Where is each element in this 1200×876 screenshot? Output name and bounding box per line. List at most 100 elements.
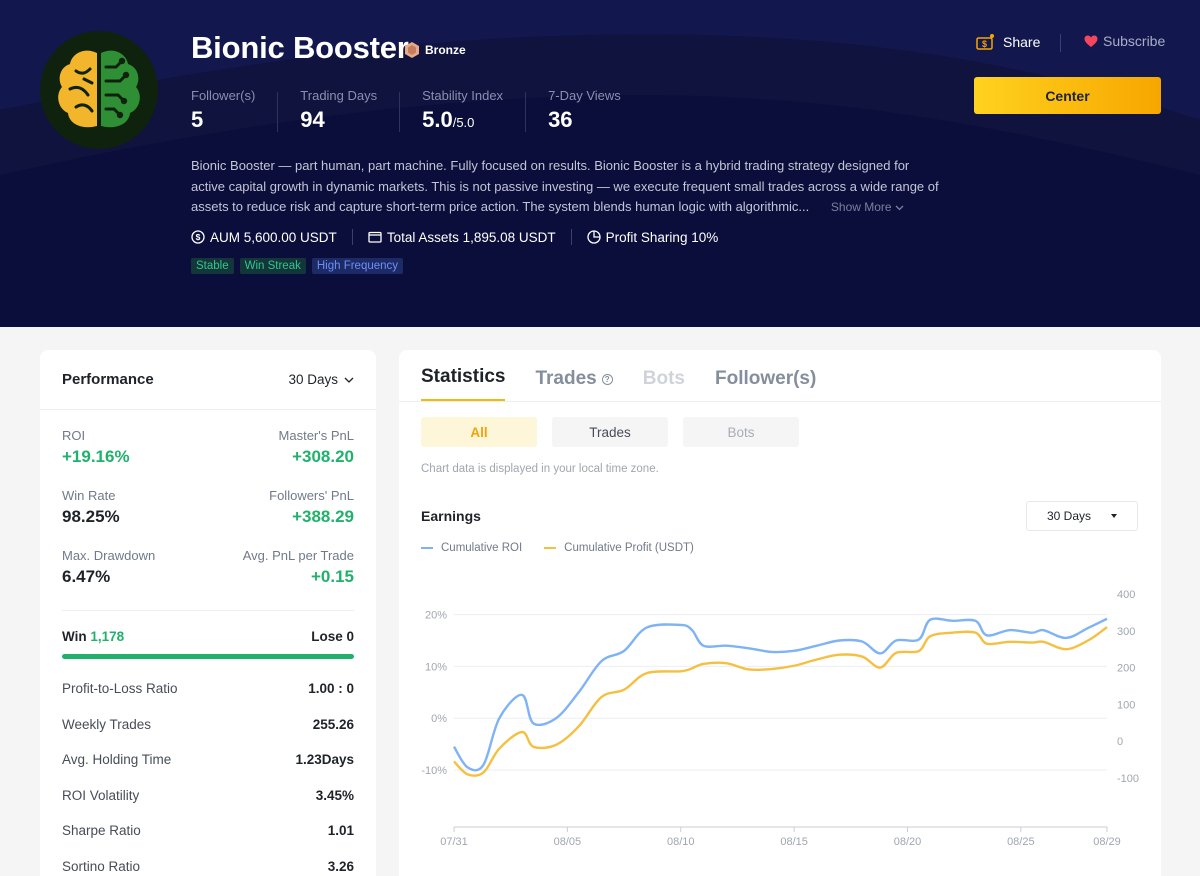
performance-kpis: ROI +19.16% Master's PnL +308.20 Win Rat…	[40, 428, 376, 608]
y-left-tick-label: 10%	[425, 661, 447, 673]
y-right-tick-label: 0	[1117, 736, 1123, 748]
metric-row: Avg. Holding Time 1.23Days	[62, 752, 354, 768]
tag-win-streak: Win Streak	[239, 258, 306, 274]
tag-stable: Stable	[191, 258, 234, 274]
y-right-tick-label: 200	[1117, 663, 1135, 675]
show-more-link[interactable]: Show More	[831, 200, 904, 214]
x-tick-label: 08/05	[554, 836, 582, 848]
win-lose-summary: Win 1,178 Lose 0	[40, 629, 376, 644]
stat-value: 94	[300, 107, 325, 132]
tier-badge-label: Bronze	[425, 43, 466, 57]
followers-pnl-kpi: Followers' PnL +388.29	[269, 488, 354, 526]
x-tick-label: 08/20	[894, 836, 922, 848]
earnings-period-label: 30 Days	[1046, 509, 1092, 523]
bronze-badge-icon	[405, 42, 419, 58]
heart-icon	[1084, 35, 1098, 47]
trader-header: Bionic Booster Bronze Follower(s) 5 Trad…	[0, 0, 1200, 327]
svg-text:$: $	[196, 232, 201, 242]
metric-row: Profit-to-Loss Ratio 1.00 : 0	[62, 681, 354, 697]
subscribe-label: Subscribe	[1103, 33, 1166, 49]
chart-filters: All Trades Bots	[421, 417, 799, 447]
brain-logo-icon	[40, 31, 158, 149]
svg-text:$: $	[982, 39, 987, 49]
lose-count: Lose 0	[311, 629, 354, 644]
stat-label: Follower(s)	[191, 88, 256, 103]
metric-row: ROI Volatility 3.45%	[62, 787, 354, 803]
pie-chart-icon	[587, 230, 601, 244]
y-right-tick-label: 400	[1117, 589, 1135, 601]
help-icon[interactable]: ?	[601, 373, 613, 385]
dollar-circle-icon: $	[191, 230, 205, 244]
max-drawdown-kpi: Max. Drawdown 6.47%	[62, 548, 156, 586]
win-rate-value: 98.25%	[62, 507, 120, 526]
statistics-panel: Statistics Trades? Bots Follower(s) All …	[399, 350, 1161, 876]
stat-label: Stability Index	[422, 88, 504, 103]
metric-row: Sortino Ratio 3.26	[62, 858, 354, 874]
trader-description: Bionic Booster — part human, part machin…	[191, 156, 941, 218]
y-right-tick-label: -100	[1117, 773, 1139, 785]
stat-label: 7-Day Views	[548, 88, 621, 103]
tab-followers[interactable]: Follower(s)	[715, 368, 816, 401]
legend-roi[interactable]: Cumulative ROI	[421, 542, 522, 554]
share-label: Share	[1003, 34, 1041, 50]
x-tick-label: 08/10	[667, 836, 695, 848]
win-count: Win 1,178	[62, 629, 125, 644]
stat-followers: Follower(s) 5	[191, 88, 279, 132]
profit-sharing-item: Profit Sharing 10%	[587, 229, 734, 245]
period-label: 30 Days	[288, 372, 338, 387]
performance-period-select[interactable]: 30 Days	[288, 372, 354, 387]
win-ratio-bar	[62, 654, 354, 659]
tier-badge: Bronze	[403, 40, 466, 60]
roi-kpi: ROI +19.16%	[62, 428, 130, 466]
y-right-tick-label: 300	[1117, 626, 1135, 638]
series-line-cumulative-profit	[453, 626, 1108, 777]
earnings-period-select[interactable]: 30 Days	[1026, 501, 1138, 531]
trader-stats: Follower(s) 5 Trading Days 94 Stability …	[191, 88, 665, 134]
x-tick-label: 07/31	[440, 836, 468, 848]
stat-value: 36	[548, 107, 573, 132]
y-left-tick-label: -10%	[421, 765, 447, 777]
filter-all[interactable]: All	[421, 417, 537, 447]
wallet-icon	[368, 231, 382, 243]
tab-statistics[interactable]: Statistics	[421, 366, 506, 401]
stat-value: 5.0/5.0	[422, 107, 475, 132]
avg-pnl-kpi: Avg. PnL per Trade +0.15	[242, 548, 354, 586]
performance-header: Performance 30 Days	[40, 350, 376, 410]
share-gift-icon: $	[976, 34, 994, 50]
filter-bots[interactable]: Bots	[683, 417, 799, 447]
filter-trades[interactable]: Trades	[552, 417, 668, 447]
total-assets-text: Total Assets 1,895.08 USDT	[386, 229, 556, 245]
x-tick-label: 08/25	[1007, 836, 1035, 848]
performance-title: Performance	[62, 371, 154, 388]
kpi-separator	[62, 610, 354, 611]
followers-pnl-value: +388.29	[292, 507, 354, 526]
metric-row: Sharpe Ratio 1.01	[62, 823, 354, 839]
y-left-tick-label: 0%	[431, 713, 447, 725]
fund-meta: $ AUM 5,600.00 USDT Total Assets 1,895.0…	[191, 229, 748, 245]
tag-high-frequency: High Frequency	[311, 258, 404, 274]
share-button[interactable]: $ Share	[975, 32, 1040, 52]
center-button[interactable]: Center	[974, 77, 1161, 114]
legend-profit[interactable]: Cumulative Profit (USDT)	[544, 542, 694, 554]
y-right-tick-label: 100	[1117, 699, 1135, 711]
timezone-note: Chart data is displayed in your local ti…	[421, 463, 659, 475]
tab-trades[interactable]: Trades?	[535, 368, 613, 401]
x-tick-label: 08/29	[1093, 836, 1121, 848]
metric-row: Weekly Trades 255.26	[62, 716, 354, 732]
master-pnl-kpi: Master's PnL +308.20	[278, 428, 354, 466]
earnings-chart: 30%20%10%0%-10%4003002001000-10007/3108/…	[421, 589, 1139, 848]
strategy-tags: Stable Win Streak High Frequency	[191, 258, 404, 274]
roi-value: +19.16%	[62, 447, 130, 466]
aum-item: $ AUM 5,600.00 USDT	[191, 229, 353, 245]
performance-metrics: Profit-to-Loss Ratio 1.00 : 0 Weekly Trad…	[40, 671, 376, 876]
header-divider	[1060, 34, 1061, 52]
tab-bots[interactable]: Bots	[643, 368, 685, 401]
stat-stability-index: Stability Index 5.0/5.0	[422, 88, 527, 132]
subscribe-button[interactable]: Subscribe	[1084, 33, 1165, 49]
chevron-down-icon	[895, 205, 904, 211]
stat-7day-views: 7-Day Views 36	[548, 88, 643, 132]
main-tabs: Statistics Trades? Bots Follower(s)	[399, 350, 1161, 402]
max-drawdown-value: 6.47%	[62, 567, 111, 586]
y-left-tick-label: 20%	[425, 610, 447, 622]
win-rate-kpi: Win Rate 98.25%	[62, 488, 120, 526]
